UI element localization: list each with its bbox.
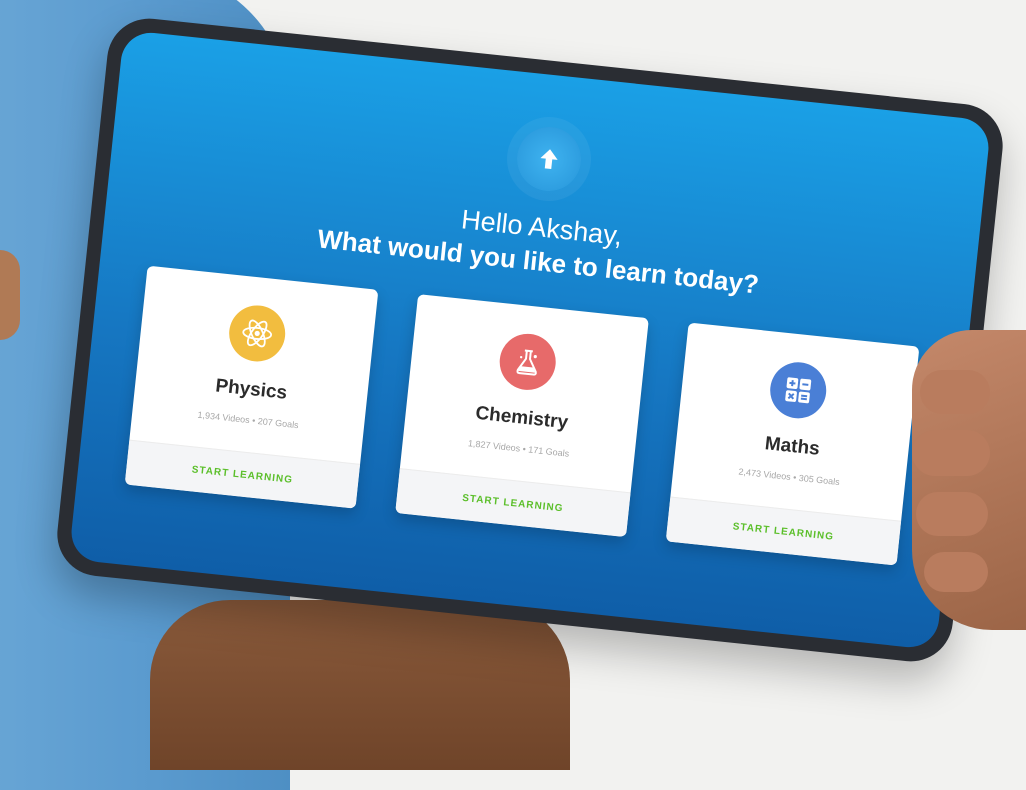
start-learning-button[interactable]: START LEARNING xyxy=(665,496,902,566)
arrow-up-icon xyxy=(540,149,558,170)
chemistry-icon-badge xyxy=(496,331,559,393)
card-title: Physics xyxy=(214,375,289,404)
subject-card-maths[interactable]: Maths 2,473 Videos • 305 Goals START LEA… xyxy=(665,322,920,566)
maths-icon-badge xyxy=(767,359,829,422)
calculator-icon xyxy=(785,377,812,404)
finger xyxy=(924,552,988,592)
tablet-screen: Hello Akshay, What would you like to lea… xyxy=(68,29,992,651)
person-arm xyxy=(150,600,570,770)
subject-cards: Physics 1,934 Videos • 207 Goals START L… xyxy=(124,265,920,566)
atom-icon xyxy=(242,319,273,348)
card-stats: 1,827 Videos • 171 Goals xyxy=(467,438,570,459)
right-hand xyxy=(912,330,1026,630)
tablet-device: Hello Akshay, What would you like to lea… xyxy=(53,14,1007,666)
finger xyxy=(916,492,988,536)
left-hand xyxy=(0,250,20,340)
start-learning-button[interactable]: START LEARNING xyxy=(395,468,631,538)
card-stats: 2,473 Videos • 305 Goals xyxy=(738,466,841,488)
subject-card-chemistry[interactable]: Chemistry 1,827 Videos • 171 Goals START… xyxy=(395,294,649,538)
flask-icon xyxy=(516,349,537,376)
subject-card-physics[interactable]: Physics 1,934 Videos • 207 Goals START L… xyxy=(124,265,379,509)
app-logo xyxy=(513,123,585,195)
card-title: Maths xyxy=(763,433,821,460)
physics-icon-badge xyxy=(226,302,288,365)
start-learning-button[interactable]: START LEARNING xyxy=(124,439,361,509)
finger xyxy=(912,430,990,476)
card-stats: 1,934 Videos • 207 Goals xyxy=(197,409,300,431)
card-title: Chemistry xyxy=(474,402,570,434)
finger xyxy=(920,370,990,414)
